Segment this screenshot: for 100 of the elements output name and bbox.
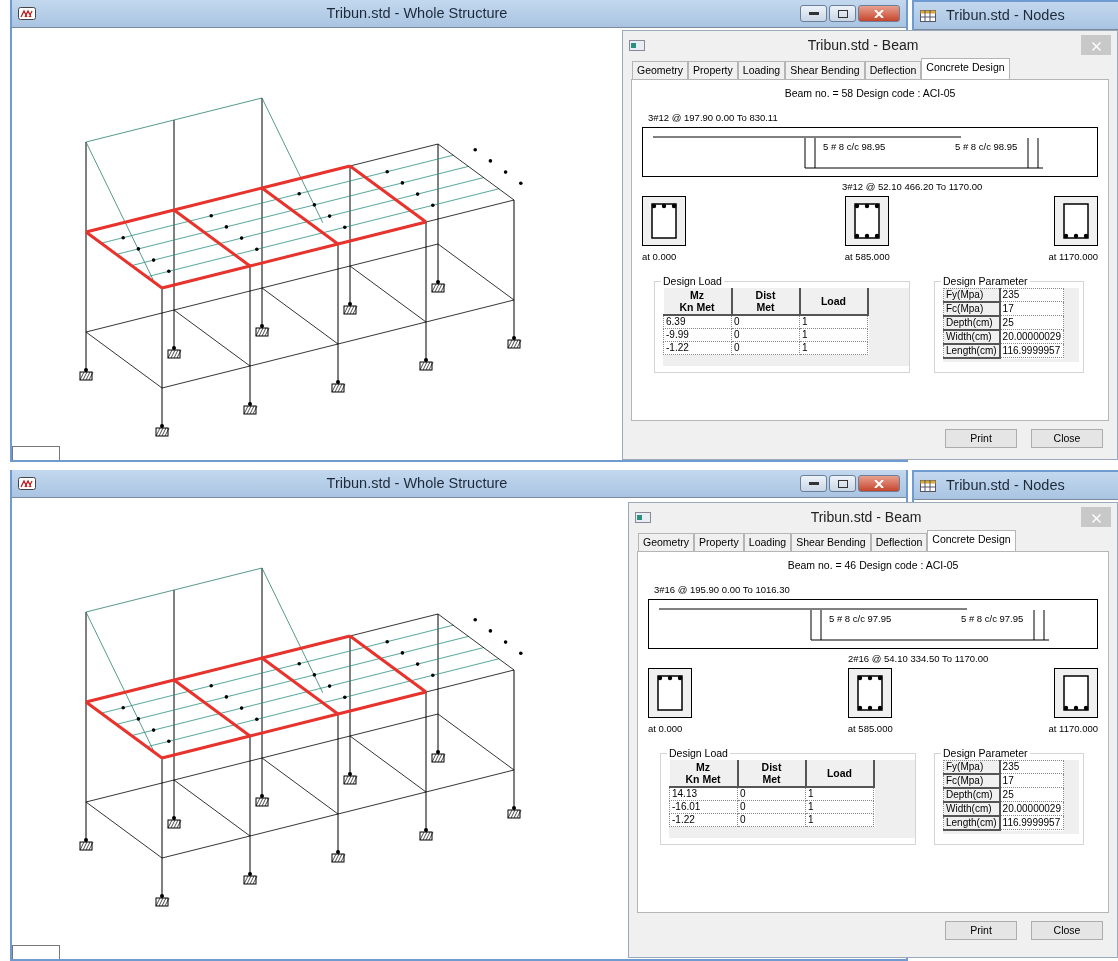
- table-cell: 0: [737, 800, 806, 813]
- app-icon: [18, 477, 36, 490]
- table-cell: 6.39: [663, 314, 732, 328]
- table-cell: 0: [731, 328, 800, 341]
- minimize-button[interactable]: [800, 475, 827, 492]
- section-label: at 0.000: [648, 722, 683, 737]
- top-rebar-text: 3#12 @ 197.90 0.00 To 830.11: [648, 111, 778, 123]
- summary-text: Beam no. = 58 Design code : ACI-05: [783, 86, 957, 101]
- tab[interactable]: Property: [688, 61, 738, 79]
- table-cell: 14.13: [669, 786, 738, 800]
- table-cell: 0: [737, 786, 806, 800]
- column-header: Mz Kn Met: [663, 287, 732, 315]
- tab[interactable]: Deflection: [864, 61, 922, 79]
- tab[interactable]: Concrete Design: [927, 530, 1016, 551]
- window-title: Tribun.std - Whole Structure: [325, 3, 509, 23]
- group-title: Design Parameter: [941, 274, 1030, 287]
- dialog-button[interactable]: Close: [1031, 921, 1103, 940]
- maximize-button[interactable]: [829, 475, 856, 492]
- table-cell: 235: [999, 288, 1064, 302]
- section-label: at 585.000: [844, 250, 890, 265]
- beam-section-icon: [1054, 196, 1098, 247]
- group-title: Design Load: [661, 274, 724, 287]
- table-cell: 17: [999, 773, 1064, 788]
- table-icon: [920, 479, 936, 492]
- beam-section-icon: [848, 668, 893, 719]
- maximize-button[interactable]: [829, 5, 856, 22]
- table-cell: 0: [731, 341, 800, 354]
- tab[interactable]: Geometry: [638, 533, 695, 551]
- app-icon: [18, 7, 36, 20]
- bottom-rebar-text: 3#12 @ 52.10 466.20 To 1170.00: [842, 181, 983, 192]
- dialog-title: Tribun.std - Beam: [806, 35, 920, 55]
- close-icon: [874, 9, 884, 18]
- tab[interactable]: Shear Bending: [785, 61, 865, 79]
- group-title: Design Load: [667, 746, 730, 759]
- beam-section-icon: [845, 196, 890, 247]
- summary-text: Beam no. = 46 Design code : ACI-05: [786, 558, 960, 573]
- tab[interactable]: Deflection: [870, 533, 928, 551]
- table-cell: 116.9999957: [999, 815, 1064, 830]
- minimize-button[interactable]: [800, 5, 827, 22]
- column-header: Load: [805, 759, 874, 787]
- column-header: Dist Met: [737, 759, 806, 787]
- bottom-rebar-text: 2#16 @ 54.10 334.50 To 1170.00: [848, 653, 989, 664]
- table-cell: 0: [737, 813, 806, 826]
- table-cell: 235: [999, 760, 1064, 774]
- window-title: Tribun.std - Nodes: [945, 5, 1066, 25]
- group-title: Design Parameter: [941, 746, 1030, 759]
- table-cell: 1: [805, 813, 874, 826]
- table-cell: 1: [805, 800, 874, 813]
- table-cell: -1.22: [669, 813, 738, 826]
- section-label: at 585.000: [847, 722, 893, 737]
- tab[interactable]: Loading: [737, 61, 786, 79]
- dialog-button[interactable]: Print: [945, 429, 1017, 448]
- tab[interactable]: Property: [694, 533, 744, 551]
- table-cell: 116.9999957: [999, 343, 1064, 358]
- dialog-title: Tribun.std - Beam: [809, 507, 923, 527]
- close-button[interactable]: [858, 5, 900, 22]
- dialog-icon: [635, 511, 651, 523]
- table-icon: [920, 9, 936, 22]
- window-title: Tribun.std - Whole Structure: [325, 473, 509, 493]
- row-header: Fy(Mpa): [943, 760, 1000, 774]
- tab[interactable]: Shear Bending: [791, 533, 871, 551]
- minimize-icon: [808, 481, 819, 486]
- column-header: Dist Met: [731, 287, 800, 315]
- table-cell: 25: [999, 315, 1064, 330]
- close-icon: [874, 479, 884, 488]
- beam-section-icon: [648, 668, 692, 719]
- dialog-button[interactable]: Close: [1031, 429, 1103, 448]
- table-cell: 1: [799, 341, 868, 354]
- dialog-button[interactable]: Print: [945, 921, 1017, 940]
- table-cell: 0: [731, 314, 800, 328]
- tab[interactable]: Loading: [743, 533, 792, 551]
- tab[interactable]: Geometry: [632, 61, 689, 79]
- minimize-icon: [808, 11, 819, 16]
- section-label: at 1170.000: [1048, 722, 1098, 737]
- top-rebar-text: 3#16 @ 195.90 0.00 To 1016.30: [654, 583, 790, 595]
- table-cell: 1: [805, 786, 874, 800]
- table-cell: 20.00000029: [999, 329, 1064, 344]
- tab[interactable]: Concrete Design: [921, 58, 1010, 79]
- table-cell: 25: [999, 787, 1064, 802]
- close-icon: [1091, 513, 1101, 523]
- section-label: at 0.000: [642, 250, 677, 265]
- close-button[interactable]: [858, 475, 900, 492]
- table-cell: 17: [999, 301, 1064, 316]
- table-cell: -1.22: [663, 341, 732, 354]
- table-cell: 1: [799, 328, 868, 341]
- restore-icon: [837, 479, 848, 488]
- beam-section-icon: [642, 196, 686, 247]
- beam-section-icon: [1054, 668, 1098, 719]
- window-title: Tribun.std - Nodes: [945, 475, 1066, 495]
- table-cell: -9.99: [663, 328, 732, 341]
- table-cell: 1: [799, 314, 868, 328]
- table-cell: 20.00000029: [999, 801, 1064, 816]
- dialog-icon: [629, 39, 645, 51]
- column-header: Load: [799, 287, 868, 315]
- column-header: Mz Kn Met: [669, 759, 738, 787]
- restore-icon: [837, 9, 848, 18]
- row-header: Fy(Mpa): [943, 288, 1000, 302]
- table-cell: -16.01: [669, 800, 738, 813]
- section-label: at 1170.000: [1048, 250, 1098, 265]
- close-icon: [1091, 41, 1101, 51]
